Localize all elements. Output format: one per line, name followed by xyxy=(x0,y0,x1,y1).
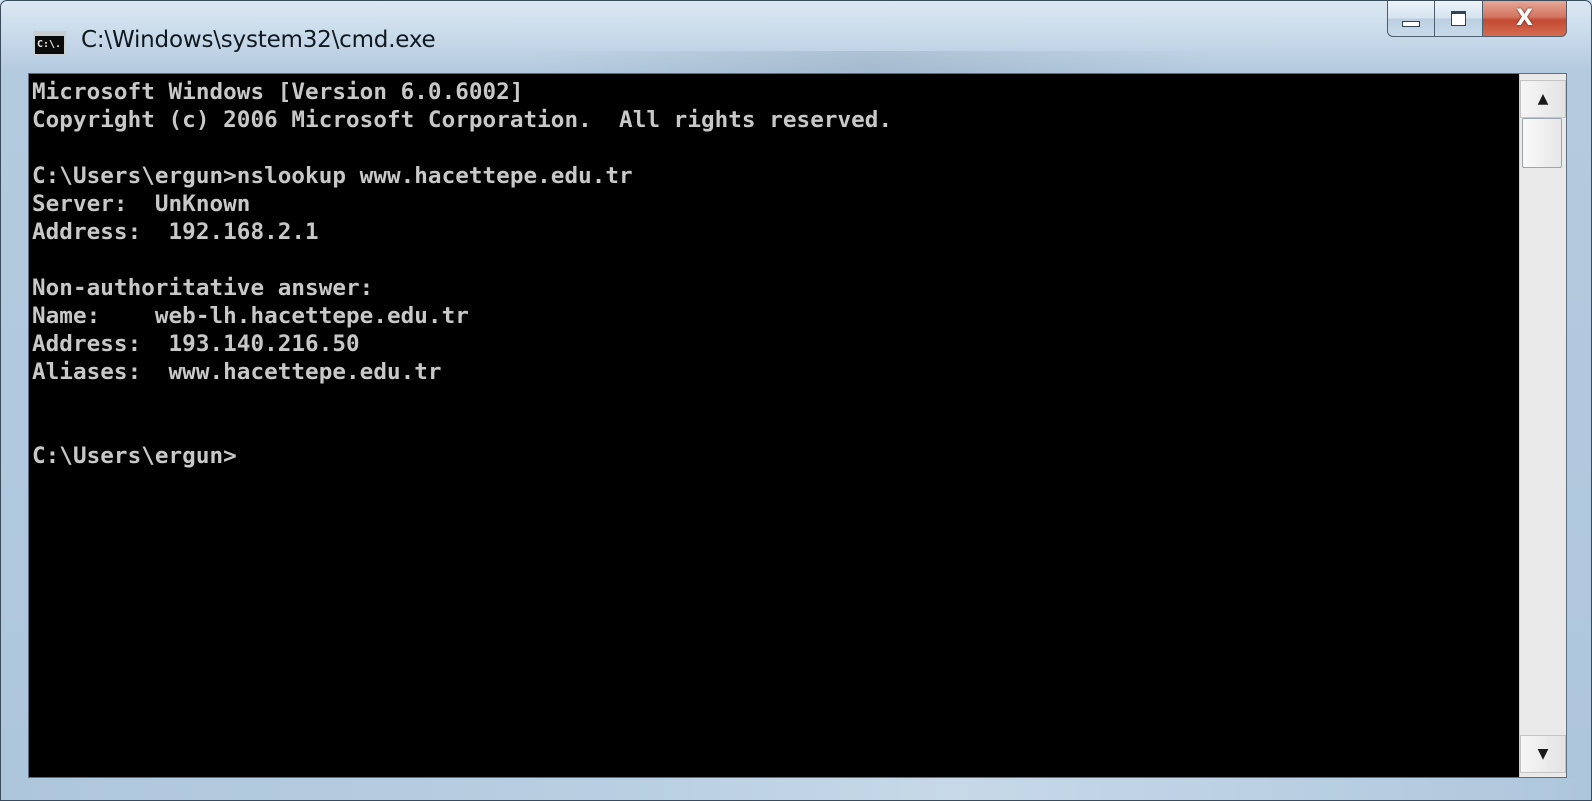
scroll-down-arrow-icon: ▼ xyxy=(1537,746,1549,762)
cmd-app-icon[interactable]: C:\. xyxy=(33,31,66,56)
console-line: Aliases: www.hacettepe.edu.tr xyxy=(32,359,442,385)
console-line: Name: web-lh.hacettepe.edu.tr xyxy=(32,303,469,329)
scrollbar-thumb[interactable] xyxy=(1522,118,1562,168)
caption-buttons: X xyxy=(1387,1,1567,39)
console-client-area: Microsoft Windows [Version 6.0.6002] Copy… xyxy=(28,73,1567,778)
close-button[interactable]: X xyxy=(1483,1,1567,37)
maximize-button[interactable] xyxy=(1435,1,1483,37)
console-output[interactable]: Microsoft Windows [Version 6.0.6002] Copy… xyxy=(29,74,1519,777)
console-line: C:\Users\ergun>nslookup www.hacettepe.ed… xyxy=(32,163,633,189)
window-title: C:\Windows\system32\cmd.exe xyxy=(81,27,436,53)
vertical-scrollbar[interactable]: ▲ ▼ xyxy=(1519,74,1566,777)
console-line: Server: UnKnown xyxy=(32,191,251,217)
window-bottom-frame xyxy=(1,778,1591,800)
scroll-up-arrow-icon: ▲ xyxy=(1537,91,1549,107)
scroll-up-button[interactable]: ▲ xyxy=(1520,80,1566,118)
cmd-window: C:\. C:\Windows\system32\cmd.exe X Micro… xyxy=(0,0,1592,801)
console-line: Address: 192.168.2.1 xyxy=(32,219,319,245)
scroll-down-button[interactable]: ▼ xyxy=(1520,735,1566,773)
console-line: Microsoft Windows [Version 6.0.6002] xyxy=(32,79,524,105)
title-bar[interactable]: C:\. C:\Windows\system32\cmd.exe X xyxy=(1,1,1591,81)
close-icon: X xyxy=(1516,5,1533,31)
minimize-button[interactable] xyxy=(1387,1,1435,37)
console-line: Copyright (c) 2006 Microsoft Corporation… xyxy=(32,107,893,133)
console-line: C:\Users\ergun> xyxy=(32,443,237,469)
minimize-icon xyxy=(1402,20,1420,27)
console-lines: Microsoft Windows [Version 6.0.6002] Copy… xyxy=(32,78,892,470)
maximize-icon xyxy=(1451,11,1466,26)
console-line: Address: 193.140.216.50 xyxy=(32,331,360,357)
console-line: Non-authoritative answer: xyxy=(32,275,374,301)
